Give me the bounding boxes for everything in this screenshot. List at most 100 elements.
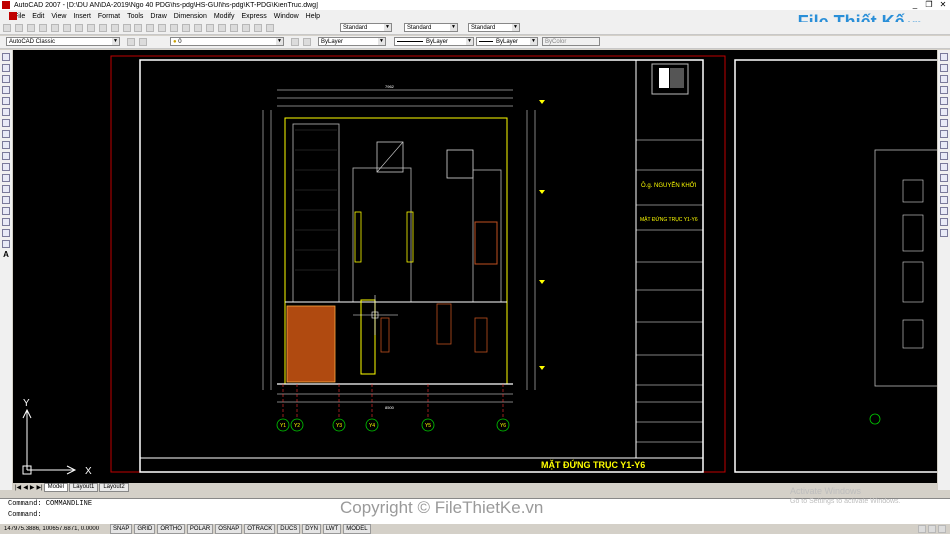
array-icon[interactable] — [940, 97, 948, 105]
menu-tools[interactable]: Tools — [127, 13, 143, 20]
break-icon[interactable] — [940, 185, 948, 193]
app-icon[interactable] — [2, 1, 10, 9]
explode-icon[interactable] — [940, 229, 948, 237]
menu-draw[interactable]: Draw — [150, 13, 166, 20]
linetype-select[interactable]: ByLayer ▼ — [394, 37, 474, 46]
polar-toggle[interactable]: POLAR — [186, 524, 214, 534]
design-center-icon[interactable] — [206, 24, 215, 32]
line-icon[interactable] — [2, 53, 10, 61]
cut-icon[interactable] — [74, 24, 83, 32]
tab-prev-arrow-icon[interactable]: ◀ — [23, 484, 28, 491]
clean-screen-icon[interactable] — [938, 525, 946, 533]
menu-express[interactable]: Express — [241, 13, 266, 20]
arc-icon[interactable] — [2, 108, 10, 116]
workspace-select[interactable]: AutoCAD Classic ▼ — [6, 37, 120, 46]
communication-center-icon[interactable] — [918, 525, 926, 533]
menu-dimension[interactable]: Dimension — [174, 13, 207, 20]
menu-edit[interactable]: Edit — [32, 13, 44, 20]
scale-icon[interactable] — [940, 130, 948, 138]
save-icon[interactable] — [26, 24, 35, 32]
hatch-icon[interactable] — [2, 207, 10, 215]
ellipse-arc-icon[interactable] — [2, 163, 10, 171]
zoom-previous-icon[interactable] — [182, 24, 191, 32]
drawing-canvas[interactable]: MẶT ĐỨNG TRỤC Y1-Y6 Ô.g. NGUYỄN KHỞI MẶT… — [13, 50, 937, 483]
revision-cloud-icon[interactable] — [2, 130, 10, 138]
rectangle-icon[interactable] — [2, 97, 10, 105]
extend-icon[interactable] — [940, 163, 948, 171]
layer-manager-icon[interactable] — [139, 38, 147, 46]
lineweight-select[interactable]: ByLayer ▼ — [476, 37, 538, 46]
menu-insert[interactable]: Insert — [73, 13, 91, 20]
multiline-text-icon[interactable]: A — [2, 251, 10, 259]
make-current-icon[interactable] — [291, 38, 299, 46]
make-block-icon[interactable] — [2, 185, 10, 193]
trim-icon[interactable] — [940, 152, 948, 160]
plotstyle-select[interactable]: ByColor — [542, 37, 600, 46]
redo-icon[interactable] — [134, 24, 143, 32]
doc-icon[interactable] — [9, 12, 17, 20]
zoom-window-icon[interactable] — [170, 24, 179, 32]
tab-model[interactable]: Model — [43, 482, 68, 492]
sheet-set-icon[interactable] — [230, 24, 239, 32]
otrack-toggle[interactable]: OTRACK — [244, 524, 276, 534]
close-button[interactable]: ✕ — [936, 0, 950, 10]
tab-layout1[interactable]: Layout1 — [68, 482, 99, 492]
grid-toggle[interactable]: GRID — [134, 524, 156, 534]
tab-last-arrow-icon[interactable]: ▶| — [36, 484, 42, 491]
mirror-icon[interactable] — [940, 75, 948, 83]
region-icon[interactable] — [2, 229, 10, 237]
ortho-toggle[interactable]: ORTHO — [157, 524, 185, 534]
match-properties-icon[interactable] — [110, 24, 119, 32]
polygon-icon[interactable] — [2, 86, 10, 94]
point-icon[interactable] — [2, 196, 10, 204]
stretch-icon[interactable] — [940, 141, 948, 149]
layer-select[interactable]: ● 0 ▼ — [170, 37, 284, 46]
color-select[interactable]: ByLayer ▼ — [318, 37, 386, 46]
restore-button[interactable]: ❐ — [922, 0, 936, 10]
tab-next-arrow-icon[interactable]: ▶ — [30, 484, 35, 491]
chamfer-icon[interactable] — [940, 207, 948, 215]
tool-palettes-icon[interactable] — [218, 24, 227, 32]
ducs-toggle[interactable]: DUCS — [277, 524, 301, 534]
pan-icon[interactable] — [146, 24, 155, 32]
zoom-realtime-icon[interactable] — [158, 24, 167, 32]
insert-block-icon[interactable] — [2, 174, 10, 182]
table-icon[interactable] — [2, 240, 10, 248]
erase-icon[interactable] — [940, 53, 948, 61]
copy-object-icon[interactable] — [940, 64, 948, 72]
open-icon[interactable] — [14, 24, 23, 32]
break-at-point-icon[interactable] — [940, 174, 948, 182]
offset-icon[interactable] — [940, 86, 948, 94]
dim-style-select[interactable]: Standard ▼ — [404, 23, 458, 32]
table-style-select[interactable]: Standard ▼ — [468, 23, 520, 32]
snap-toggle[interactable]: SNAP — [110, 524, 133, 534]
menu-help[interactable]: Help — [306, 13, 320, 20]
undo-icon[interactable] — [122, 24, 131, 32]
tab-layout2[interactable]: Layout2 — [99, 482, 129, 492]
model-toggle[interactable]: MODEL — [343, 524, 371, 534]
tab-first-arrow-icon[interactable]: |◀ — [15, 484, 21, 491]
polyline-icon[interactable] — [2, 75, 10, 83]
calculator-icon[interactable] — [254, 24, 263, 32]
osnap-toggle[interactable]: OSNAP — [215, 524, 243, 534]
menu-modify[interactable]: Modify — [214, 13, 235, 20]
preview-icon[interactable] — [50, 24, 59, 32]
menu-format[interactable]: Format — [98, 13, 120, 20]
ellipse-icon[interactable] — [2, 152, 10, 160]
fillet-icon[interactable] — [940, 218, 948, 226]
spline-icon[interactable] — [2, 141, 10, 149]
copy-icon[interactable] — [86, 24, 95, 32]
menu-view[interactable]: View — [51, 13, 66, 20]
construction-line-icon[interactable] — [2, 64, 10, 72]
rotate-icon[interactable] — [940, 119, 948, 127]
workspace-settings-icon[interactable] — [127, 38, 135, 46]
text-style-select[interactable]: Standard ▼ — [340, 23, 392, 32]
circle-icon[interactable] — [2, 119, 10, 127]
print-icon[interactable] — [38, 24, 47, 32]
move-icon[interactable] — [940, 108, 948, 116]
dyn-toggle[interactable]: DYN — [302, 524, 321, 534]
gradient-icon[interactable] — [2, 218, 10, 226]
properties-icon[interactable] — [194, 24, 203, 32]
publish-icon[interactable] — [62, 24, 71, 32]
markup-icon[interactable] — [242, 24, 251, 32]
